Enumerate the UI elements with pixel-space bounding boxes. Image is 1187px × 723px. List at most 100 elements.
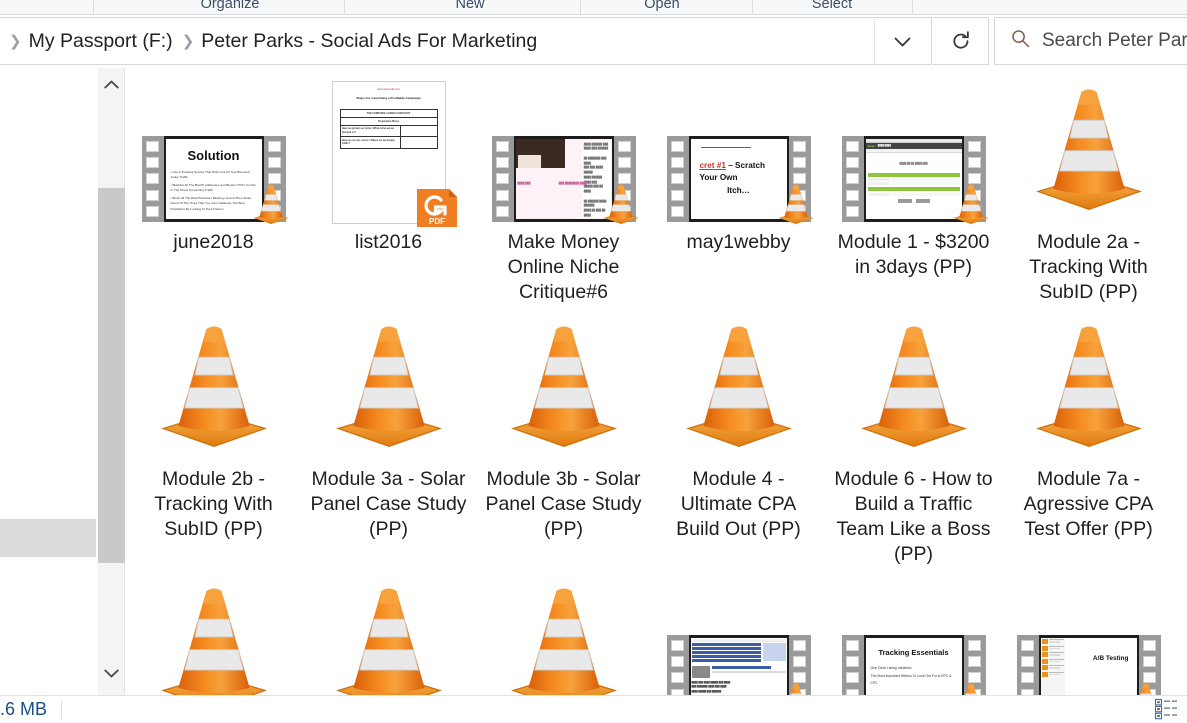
film-perforations [492,136,514,222]
ribbon-group-open[interactable]: Open [582,0,742,14]
file-name-label: Make Money Online Niche Critique#6 [507,231,620,303]
video-filmstrip-thumbnail: Tracking Essentials One Clear Listing Va… [841,635,986,695]
film-perforations [842,136,864,222]
address-bar-row: ❯ My Passport (F:) ❯ Peter Parks - Socia… [0,15,1187,67]
scroll-down-button[interactable] [98,661,125,685]
film-perforations [842,635,864,695]
file-tile[interactable]: Module 6 - How to Build a Traffic Team L… [826,305,1001,567]
video-filmstrip-thumbnail: ████ ██████ ███ ████ ███ ██████ ██ ██████… [491,136,638,225]
vlc-cone-icon [335,588,442,695]
vlc-cone-icon [160,588,267,695]
vlc-cone-icon [160,326,267,447]
status-total-size: .6 MB [0,699,48,719]
file-thumbnail: Solution • Use A Tracking Service That P… [126,72,301,225]
pdf-badge-icon: PDF [416,189,457,227]
search-input-placeholder[interactable]: Search Peter Park [1042,30,1187,52]
file-name-label: Module 7a - Agressive CPA Test Offer (PP… [1023,468,1154,540]
view-mode-buttons[interactable] [1153,696,1179,722]
file-thumbnail: ████ ███ ████ █████ ███ ████ ███ ███████ … [651,571,826,695]
address-bar[interactable]: ❯ My Passport (F:) ❯ Peter Parks - Socia… [0,17,932,65]
file-thumbnail [301,309,476,461]
vlc-cone-icon [685,326,792,447]
scrollbar-thumb[interactable] [98,188,125,563]
ribbon-divider [93,0,94,14]
file-tile[interactable] [126,567,301,695]
status-bar: .6 MB [0,695,1187,723]
file-thumbnail: Tracking Essentials One Clear Listing Va… [826,571,1001,695]
video-filmstrip-thumbnail: ████ ███ ████ █████ ███ ████ ███ ███████ … [666,635,811,695]
file-tile[interactable]: ■■■■ ████ ████ ████ ██ ██ ████ ███ Modul… [826,68,1001,305]
ribbon-divider [912,0,913,14]
file-tile[interactable]: ████ ███ ████ █████ ███ ████ ███ ███████ … [651,567,826,695]
vlc-cone-icon [253,184,288,225]
file-name-label: Module 6 - How to Build a Traffic Team L… [834,468,993,565]
search-box[interactable]: Search Peter Park [994,17,1187,65]
file-name-label: Module 1 - $3200 in 3days (PP) [837,231,990,278]
ribbon-divider [344,0,345,14]
vlc-cone-icon [335,326,442,447]
file-tile[interactable]: Module 3a - Solar Panel Case Study (PP) [301,305,476,567]
refresh-button[interactable] [933,17,989,65]
file-name-label: Module 4 - Ultimate CPA Build Out (PP) [676,468,801,540]
address-dropdown-button[interactable] [874,19,930,65]
file-thumbnail [301,571,476,695]
file-thumbnail: A/B Testing [1001,571,1176,695]
vlc-cone-icon [510,326,617,447]
vlc-cone-icon [603,184,638,225]
file-name-label: Module 3a - Solar Panel Case Study (PP) [310,468,467,540]
file-thumbnail: www.getresults.com Steps For Launching a… [301,72,476,227]
scroll-up-button[interactable] [98,72,125,96]
file-tile[interactable]: Module 2b - Tracking With SubID (PP) [126,305,301,567]
breadcrumb-item-drive[interactable]: My Passport (F:) [29,30,173,53]
vlc-cone-icon [953,184,988,225]
video-filmstrip-thumbnail: cret #1 – Scratch Your Own Itch… [666,136,813,225]
vlc-cone-icon [778,184,813,225]
file-name-label: Module 2b - Tracking With SubID (PP) [154,468,273,540]
film-perforations [142,136,164,222]
status-divider [61,700,63,719]
ribbon-group-new[interactable]: New [390,0,550,14]
file-name-label: june2018 [173,231,254,253]
breadcrumb-chevron-icon: ❯ [9,32,22,50]
file-thumbnail [476,309,651,461]
breadcrumb-item-folder[interactable]: Peter Parks - Social Ads For Marketing [201,30,537,53]
file-thumbnail: ■■■■ ████ ████ ████ ██ ██ ████ ███ [826,72,1001,225]
film-perforations [667,136,689,222]
search-icon [1011,29,1030,53]
video-filmstrip-thumbnail: ■■■■ ████ ████ ████ ██ ██ ████ ███ [841,136,988,225]
file-tile[interactable]: www.getresults.com Steps For Launching a… [301,68,476,305]
file-thumbnail [476,571,651,695]
vlc-cone-icon [1035,89,1142,210]
file-tile[interactable]: cret #1 – Scratch Your Own Itch… may1web… [651,68,826,305]
film-perforations [667,635,689,695]
vlc-cone-icon [964,683,977,695]
file-thumbnail [126,571,301,695]
ribbon-bar: Organize New Open Select [0,0,1187,15]
ribbon-group-select[interactable]: Select [752,0,912,14]
details-view-icon [1154,698,1177,720]
ribbon-group-organize[interactable]: Organize [150,0,310,14]
film-perforations [1017,635,1039,695]
file-tile[interactable]: Module 3b - Solar Panel Case Study (PP) [476,305,651,567]
content-scrollbar[interactable] [98,68,125,695]
svg-text:PDF: PDF [429,217,445,226]
navigation-pane[interactable] [0,68,96,695]
file-tile[interactable]: Module 2a - Tracking With SubID (PP) [1001,68,1176,305]
file-tile[interactable]: A/B Testing [1001,567,1176,695]
pdf-page-preview: www.getresults.com Steps For Launching a… [331,81,457,227]
file-tile[interactable]: Module 4 - Ultimate CPA Build Out (PP) [651,305,826,567]
file-tile[interactable]: Module 7a - Agressive CPA Test Offer (PP… [1001,305,1176,567]
file-tile[interactable] [301,567,476,695]
nav-pane-selected-item[interactable] [0,519,96,557]
file-tile[interactable] [476,567,651,695]
file-tile[interactable]: Solution • Use A Tracking Service That P… [126,68,301,305]
file-list-view[interactable]: Solution • Use A Tracking Service That P… [126,68,1187,695]
refresh-icon [952,30,969,49]
video-filmstrip-thumbnail: Solution • Use A Tracking Service That P… [141,136,288,225]
chevron-down-icon [104,669,119,677]
vlc-cone-icon [1139,683,1152,695]
file-name-label: Module 3b - Solar Panel Case Study (PP) [485,468,642,540]
file-tile[interactable]: Tracking Essentials One Clear Listing Va… [826,567,1001,695]
vlc-cone-icon [510,588,617,695]
file-tile[interactable]: ████ ██████ ███ ████ ███ ██████ ██ ██████… [476,68,651,305]
